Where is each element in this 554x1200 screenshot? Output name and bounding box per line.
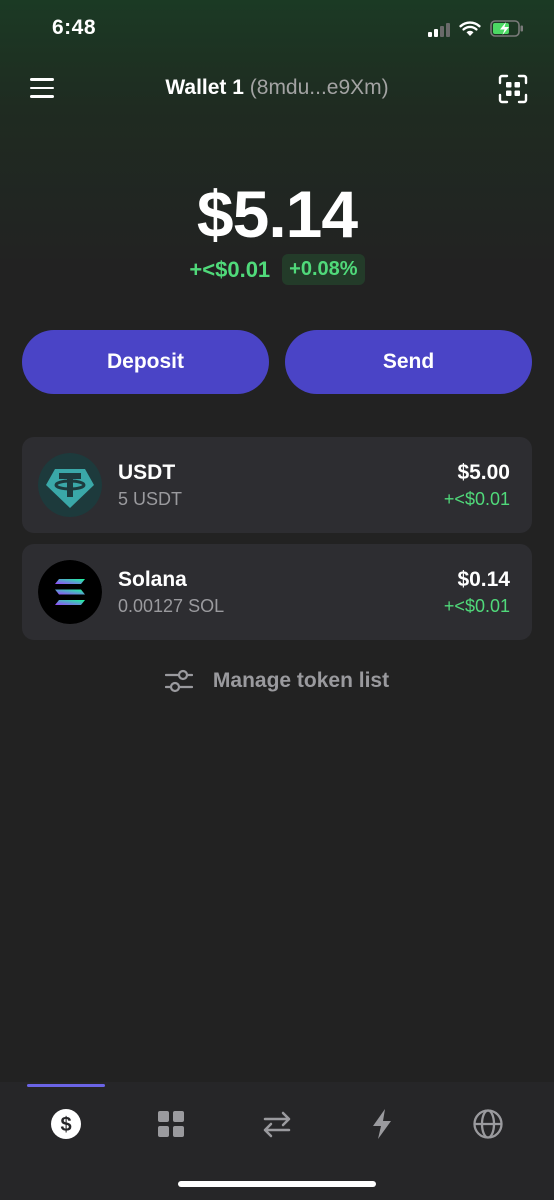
cellular-signal-icon xyxy=(428,21,450,37)
battery-charging-icon xyxy=(490,20,523,37)
tab-collectibles[interactable] xyxy=(151,1104,191,1144)
lightning-icon xyxy=(373,1109,391,1139)
solana-logo-icon xyxy=(38,560,102,624)
balance-change-percent-badge: +0.08% xyxy=(282,254,365,285)
active-tab-indicator xyxy=(27,1084,105,1087)
home-indicator xyxy=(178,1181,376,1187)
grid-icon xyxy=(158,1111,184,1137)
wallet-selector[interactable]: Wallet 1 (8mdu...e9Xm) xyxy=(0,76,554,100)
balance-change-amount: +<$0.01 xyxy=(189,256,271,282)
dollar-icon: $ xyxy=(51,1109,81,1139)
token-name: Solana xyxy=(118,568,187,591)
sliders-icon xyxy=(164,669,193,693)
wifi-icon xyxy=(459,20,481,36)
tether-logo-icon xyxy=(38,453,102,517)
token-row-solana[interactable]: Solana 0.00127 SOL $0.14 +<$0.01 xyxy=(22,544,532,640)
action-buttons: Deposit Send xyxy=(22,330,532,394)
wallet-address: (8mdu...e9Xm) xyxy=(249,76,389,99)
token-change: +<$0.01 xyxy=(443,489,510,509)
tab-swap[interactable] xyxy=(257,1104,297,1144)
swap-arrows-icon xyxy=(263,1111,291,1138)
token-name: USDT xyxy=(118,461,176,484)
wallet-header: Wallet 1 (8mdu...e9Xm) xyxy=(0,70,554,110)
token-row-usdt[interactable]: USDT 5 USDT $5.00 +<$0.01 xyxy=(22,437,532,533)
tab-activity[interactable] xyxy=(362,1104,402,1144)
token-change: +<$0.01 xyxy=(443,596,510,616)
token-value: $5.00 xyxy=(457,461,510,484)
manage-token-list-label: Manage token list xyxy=(212,669,390,692)
status-bar: 6:48 xyxy=(0,0,554,60)
deposit-button[interactable]: Deposit xyxy=(22,330,269,394)
balance-change: +<$0.01 +0.08% xyxy=(0,254,554,285)
qr-scan-icon[interactable] xyxy=(498,74,528,104)
total-balance: $5.14 xyxy=(196,177,358,251)
tab-browser[interactable] xyxy=(468,1104,508,1144)
status-icons xyxy=(428,20,524,37)
token-amount: 5 USDT xyxy=(118,489,183,509)
svg-text:$: $ xyxy=(60,1114,71,1136)
wallet-name: Wallet 1 xyxy=(165,76,244,99)
token-amount: 0.00127 SOL xyxy=(118,596,225,616)
tab-tokens[interactable]: $ xyxy=(46,1104,86,1144)
status-time: 6:48 xyxy=(52,16,97,39)
manage-token-list-button[interactable]: Manage token list xyxy=(0,668,554,694)
token-value: $0.14 xyxy=(457,568,510,591)
send-button[interactable]: Send xyxy=(285,330,532,394)
globe-icon xyxy=(473,1109,503,1139)
